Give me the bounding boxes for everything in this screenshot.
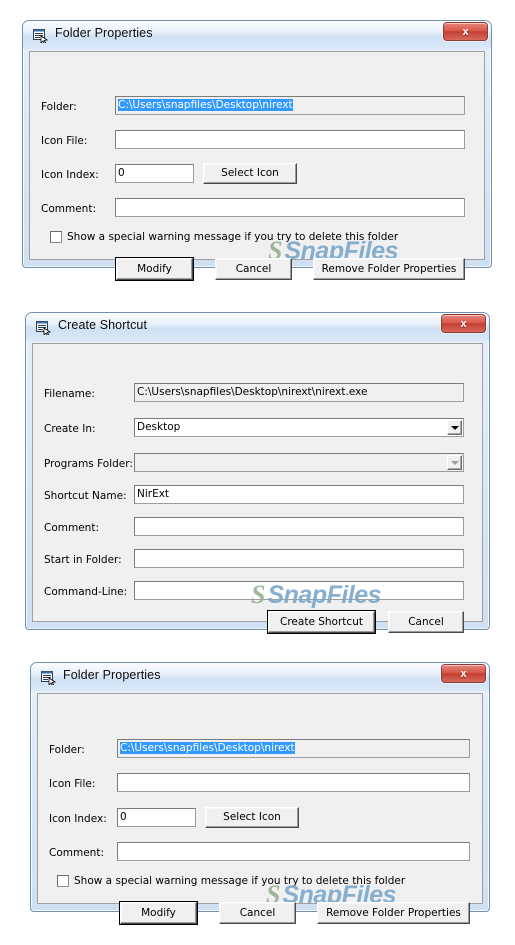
warning-checkbox[interactable] (57, 875, 69, 887)
comment-label: Comment: (49, 847, 104, 859)
start-in-folder-input[interactable] (134, 549, 464, 568)
icon-file-input[interactable] (117, 773, 470, 792)
titlebar[interactable]: Folder Properties x (31, 663, 489, 691)
shortcut-name-label: Shortcut Name: (44, 490, 127, 502)
create-in-label: Create In: (44, 423, 96, 435)
dialog-client-area: Folder: C:\Users\snapfiles\Desktop\nirex… (29, 51, 485, 280)
cancel-button[interactable]: Cancel (388, 611, 464, 633)
icon-index-label: Icon Index: (49, 813, 107, 825)
programs-folder-label: Programs Folder: (44, 458, 133, 470)
command-line-label: Command-Line: (44, 586, 128, 598)
window-title: Folder Properties (63, 668, 161, 682)
warning-checkbox[interactable] (50, 231, 62, 243)
chevron-down-icon[interactable] (447, 420, 462, 435)
icon-index-input[interactable]: 0 (117, 808, 196, 827)
close-button[interactable]: x (441, 314, 486, 333)
close-button[interactable]: x (441, 664, 486, 683)
comment-label: Comment: (44, 522, 99, 534)
icon-file-label: Icon File: (41, 135, 88, 147)
remove-folder-properties-button[interactable]: Remove Folder Properties (317, 902, 470, 924)
icon-index-label: Icon Index: (41, 169, 99, 181)
dialog-folder-properties-1: Folder Properties x Folder: C:\Users\sna… (22, 20, 492, 280)
icon-file-label: Icon File: (49, 778, 96, 790)
warning-checkbox-label: Show a special warning message if you tr… (74, 875, 406, 887)
folder-input[interactable]: C:\Users\snapfiles\Desktop\nirext (115, 96, 465, 115)
window-icon (32, 27, 49, 44)
programs-folder-combo[interactable] (134, 453, 464, 472)
icon-index-input[interactable]: 0 (115, 164, 194, 183)
cancel-button[interactable]: Cancel (215, 258, 292, 280)
titlebar[interactable]: Create Shortcut x (26, 313, 489, 341)
dialog-create-shortcut: Create Shortcut x Filename: C:\Users\sna… (25, 312, 490, 633)
cancel-button[interactable]: Cancel (219, 902, 296, 924)
chevron-down-icon[interactable] (447, 455, 462, 470)
titlebar[interactable]: Folder Properties x (23, 21, 491, 49)
comment-input[interactable] (134, 517, 464, 536)
dialog-client-area: Filename: C:\Users\snapfiles\Desktop\nir… (32, 343, 483, 633)
window-icon (35, 319, 52, 336)
folder-label: Folder: (49, 744, 85, 756)
dialog-folder-properties-2: Folder Properties x Folder: C:\Users\sna… (30, 662, 490, 924)
select-icon-button[interactable]: Select Icon (205, 807, 299, 828)
create-shortcut-button[interactable]: Create Shortcut (268, 611, 375, 633)
modify-button[interactable]: Modify (116, 258, 193, 280)
comment-input[interactable] (115, 198, 465, 217)
close-button[interactable]: x (443, 22, 488, 41)
comment-input[interactable] (117, 842, 470, 861)
folder-label: Folder: (41, 101, 77, 113)
folder-input-selection: C:\Users\snapfiles\Desktop\nirext (118, 99, 293, 111)
shortcut-name-input[interactable]: NirExt (134, 485, 464, 504)
comment-label: Comment: (41, 203, 96, 215)
window-title: Folder Properties (55, 26, 153, 40)
warning-checkbox-label: Show a special warning message if you tr… (67, 231, 399, 243)
filename-input[interactable]: C:\Users\snapfiles\Desktop\nirext\nirext… (134, 383, 464, 402)
modify-button[interactable]: Modify (120, 902, 197, 924)
select-icon-button[interactable]: Select Icon (203, 163, 297, 184)
icon-file-input[interactable] (115, 130, 465, 149)
folder-input-selection: C:\Users\snapfiles\Desktop\nirext (120, 742, 295, 754)
window-title: Create Shortcut (58, 318, 148, 332)
filename-label: Filename: (44, 388, 95, 400)
start-in-folder-label: Start in Folder: (44, 554, 122, 566)
remove-folder-properties-button[interactable]: Remove Folder Properties (313, 258, 465, 280)
create-in-value: Desktop (137, 421, 181, 433)
create-in-combo[interactable]: Desktop (134, 418, 464, 437)
command-line-input[interactable] (134, 581, 464, 600)
window-icon (40, 669, 57, 686)
dialog-client-area: Folder: C:\Users\snapfiles\Desktop\nirex… (37, 693, 483, 924)
folder-input[interactable]: C:\Users\snapfiles\Desktop\nirext (117, 739, 470, 758)
